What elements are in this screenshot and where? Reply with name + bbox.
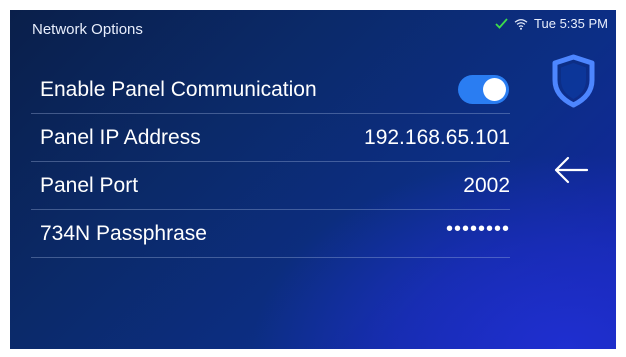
wifi-icon (514, 18, 528, 30)
shield-icon[interactable] (551, 54, 596, 108)
row-panel-port[interactable]: Panel Port 2002 (31, 162, 510, 210)
passphrase-value: •••••••• (445, 218, 510, 240)
ip-address-value: 192.168.65.101 (364, 125, 510, 149)
row-label: Panel IP Address (40, 125, 201, 149)
back-arrow-icon[interactable] (551, 150, 591, 190)
row-label: Panel Port (40, 173, 139, 197)
toggle-knob (483, 78, 506, 101)
check-icon (495, 18, 508, 29)
status-time: Tue 5:35 PM (534, 16, 608, 31)
enable-communication-toggle[interactable] (458, 75, 509, 104)
row-panel-ip-address[interactable]: Panel IP Address 192.168.65.101 (31, 114, 510, 162)
row-label: 734N Passphrase (40, 221, 207, 245)
row-label: Enable Panel Communication (40, 77, 317, 101)
row-enable-panel-communication: Enable Panel Communication (31, 66, 510, 114)
row-passphrase[interactable]: 734N Passphrase •••••••• (31, 210, 510, 258)
port-value: 2002 (463, 173, 510, 197)
status-bar: Tue 5:35 PM (495, 16, 608, 31)
screen: Network Options Tue 5:35 PM Enable Panel… (10, 10, 616, 349)
page-title: Network Options (32, 21, 143, 38)
settings-list: Enable Panel Communication Panel IP Addr… (31, 66, 510, 258)
